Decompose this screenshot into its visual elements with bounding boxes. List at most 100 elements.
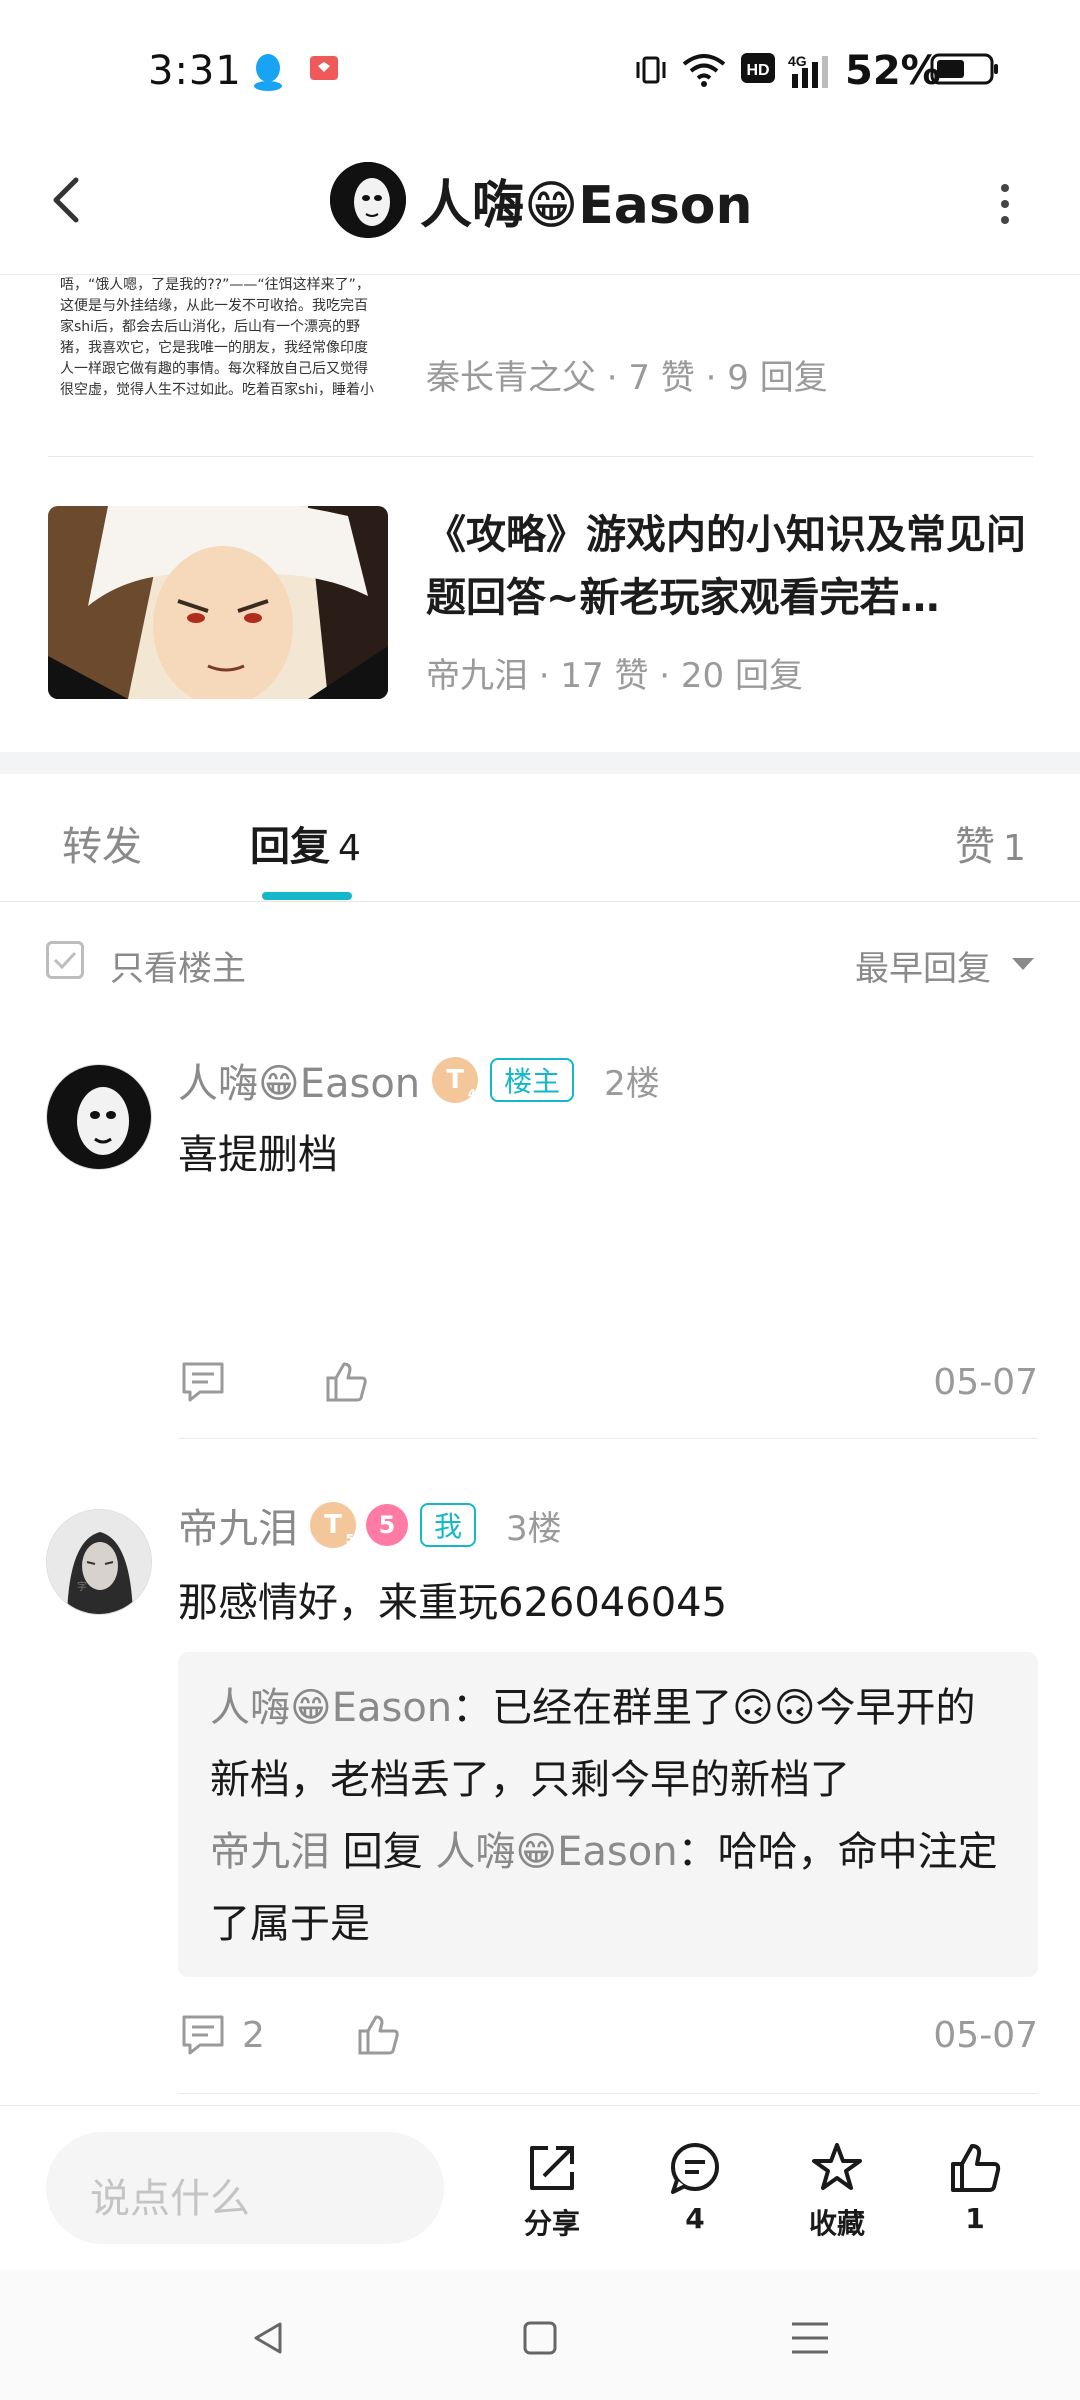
- svg-text:HD: HD: [746, 62, 769, 79]
- filter-row: 只看楼主 最早回复: [0, 903, 1080, 1023]
- comment-date: 05-07: [933, 1362, 1038, 1403]
- related-post-2[interactable]: 《攻略》游戏内的小知识及常见问题回答~新老玩家观看完若… 帝九泪 · 17 赞 …: [48, 500, 1033, 700]
- wifi-icon: [682, 52, 726, 92]
- share-label: 分享: [523, 2207, 580, 2240]
- sub-reply-user[interactable]: 帝九泪: [210, 1829, 330, 1875]
- vibrate-icon: [633, 52, 669, 92]
- status-time: 3:31: [148, 48, 242, 94]
- level-number: 4: [467, 1087, 477, 1101]
- only-op-label[interactable]: 只看楼主: [110, 941, 246, 990]
- nav-menu-icon: [792, 2322, 828, 2354]
- divider: [48, 456, 1033, 457]
- section-gap: [0, 752, 1080, 774]
- like-button[interactable]: 1: [920, 2140, 1030, 2250]
- sort-dropdown[interactable]: 最早回复: [855, 941, 991, 990]
- sub-reply-2: 帝九泪 回复 人嗨😁Eason：哈哈，命中注定了属于是: [210, 1816, 1006, 1960]
- svg-text:字: 字: [77, 1580, 87, 1593]
- level-letter: T: [446, 1065, 465, 1095]
- pink-medal-badge: 5: [366, 1504, 408, 1546]
- level-number: 5: [345, 1532, 354, 1546]
- post-header: 人嗨😁Eason: [0, 130, 1080, 275]
- qq-icon: [250, 52, 286, 96]
- sub-reply-1: 人嗨😁Eason：已经在群里了🙃🙃今早开的新档，老档丢了，只剩今早的新档了: [210, 1672, 1006, 1816]
- system-nav-bar: [0, 2270, 1080, 2400]
- tab-indicator: [262, 892, 352, 900]
- comment-user-row: 人嗨😁Eason T4 楼主 2楼: [178, 1052, 660, 1108]
- sub-reply-separator: ：: [677, 1829, 718, 1875]
- thumbs-up-icon[interactable]: [324, 1360, 368, 1408]
- likes-count: 1: [965, 2202, 985, 2235]
- related-post-2-title: 《攻略》游戏内的小知识及常见问题回答~新老玩家观看完若…: [426, 512, 1026, 621]
- comment-username[interactable]: 人嗨😁Eason: [178, 1051, 420, 1109]
- tab-like-count: 1: [1003, 828, 1026, 869]
- battery-icon: [930, 52, 1000, 90]
- nav-home-button[interactable]: [520, 2318, 560, 2362]
- comment-user-row: 帝九泪 T5 5 我 3楼: [178, 1497, 562, 1553]
- battery-percent: 52%: [845, 48, 941, 94]
- related-post-1-meta: 秦长青之父 · 7 赞 · 9 回复: [426, 358, 828, 398]
- sub-reply-box[interactable]: 人嗨😁Eason：已经在群里了🙃🙃今早开的新档，老档丢了，只剩今早的新档了 帝九…: [178, 1652, 1038, 1977]
- level-badge: T5: [310, 1502, 356, 1548]
- related-post-2-meta: 帝九泪 · 17 赞 · 20 回复: [426, 656, 803, 696]
- level-letter: T: [324, 1510, 342, 1540]
- share-icon: [530, 2146, 574, 2190]
- check-icon: [53, 951, 77, 970]
- header-user[interactable]: 人嗨😁Eason: [330, 150, 753, 250]
- nav-menu-button[interactable]: [788, 2318, 832, 2362]
- favorite-button[interactable]: 收藏: [782, 2140, 892, 2250]
- signal-icon: 4G: [788, 52, 838, 94]
- reply-icon[interactable]: [180, 1360, 226, 1408]
- back-button[interactable]: [40, 160, 100, 240]
- thumbs-up-icon: [951, 2144, 1001, 2192]
- comment-input[interactable]: 说点什么: [46, 2132, 444, 2244]
- tab-reply[interactable]: 回复 4: [250, 814, 361, 872]
- bottom-action-bar: 说点什么 分享 4 收藏 1: [0, 2105, 1080, 2270]
- avatar[interactable]: [46, 1064, 152, 1170]
- comment-text: 喜提删档: [178, 1132, 338, 1178]
- op-tag: 楼主: [490, 1058, 575, 1102]
- nav-home-icon: [523, 2321, 557, 2355]
- reply-count: 2: [242, 2015, 265, 2056]
- sub-reply-user[interactable]: 人嗨😁Eason: [210, 1685, 452, 1731]
- thumbs-up-icon[interactable]: [356, 2013, 400, 2061]
- comment-date: 05-07: [933, 2015, 1038, 2056]
- comments-count: 4: [685, 2202, 705, 2235]
- share-button[interactable]: 分享: [497, 2140, 607, 2250]
- comment-divider: [178, 2093, 1038, 2094]
- sub-reply-separator: ：: [452, 1685, 493, 1731]
- svg-text:4G: 4G: [788, 53, 807, 69]
- tab-forward-label: 转发: [62, 824, 142, 870]
- back-arrow-icon: [53, 177, 79, 223]
- more-button[interactable]: [975, 170, 1035, 240]
- hd-icon: HD: [740, 52, 776, 88]
- tab-reply-count: 4: [338, 828, 361, 869]
- nav-back-icon: [254, 2322, 282, 2354]
- avatar[interactable]: 字: [46, 1509, 152, 1615]
- comment-actions: 2 05-07: [178, 2005, 1038, 2065]
- related-post-2-thumb: [48, 506, 388, 699]
- comment-floor-2: 人嗨😁Eason T4 楼主 2楼 喜提删档 05-07: [0, 1040, 1080, 1440]
- only-op-checkbox[interactable]: [46, 941, 84, 979]
- nav-back-button[interactable]: [248, 2318, 288, 2362]
- sub-reply-target[interactable]: 人嗨😁Eason: [435, 1829, 677, 1875]
- tab-like[interactable]: 赞1: [955, 814, 1026, 872]
- comment-username[interactable]: 帝九泪: [178, 1496, 298, 1554]
- comments-button[interactable]: 4: [640, 2140, 750, 2250]
- comment-text: 那感情好，来重玩626046045: [178, 1580, 728, 1626]
- related-post-1-thumb: 唔，“饿人嗯，了是我的??”——“往饵这样来了”，这便是与外挂结缘，从此一发不可…: [60, 277, 375, 398]
- header-title: 人嗨😁Eason: [420, 175, 753, 236]
- status-bar: 3:31 HD 4G 52%: [0, 0, 1080, 130]
- star-icon: [812, 2143, 862, 2190]
- comment-actions: 05-07: [178, 1352, 1038, 1412]
- me-tag: 我: [420, 1503, 477, 1547]
- reply-icon[interactable]: [180, 2013, 226, 2061]
- comment-input-placeholder: 说点什么: [90, 2176, 250, 2222]
- comment-divider: [178, 1438, 1038, 1439]
- level-badge: T4: [432, 1057, 479, 1103]
- caret-down-icon[interactable]: [1012, 958, 1034, 970]
- comment-bubble-icon: [671, 2143, 719, 2194]
- tab-reply-label: 回复: [250, 824, 330, 870]
- tab-forward[interactable]: 转发: [62, 814, 142, 872]
- header-avatar[interactable]: [330, 162, 406, 238]
- related-post-1[interactable]: 唔，“饿人嗯，了是我的??”——“往饵这样来了”，这便是与外挂结缘，从此一发不可…: [48, 275, 1033, 455]
